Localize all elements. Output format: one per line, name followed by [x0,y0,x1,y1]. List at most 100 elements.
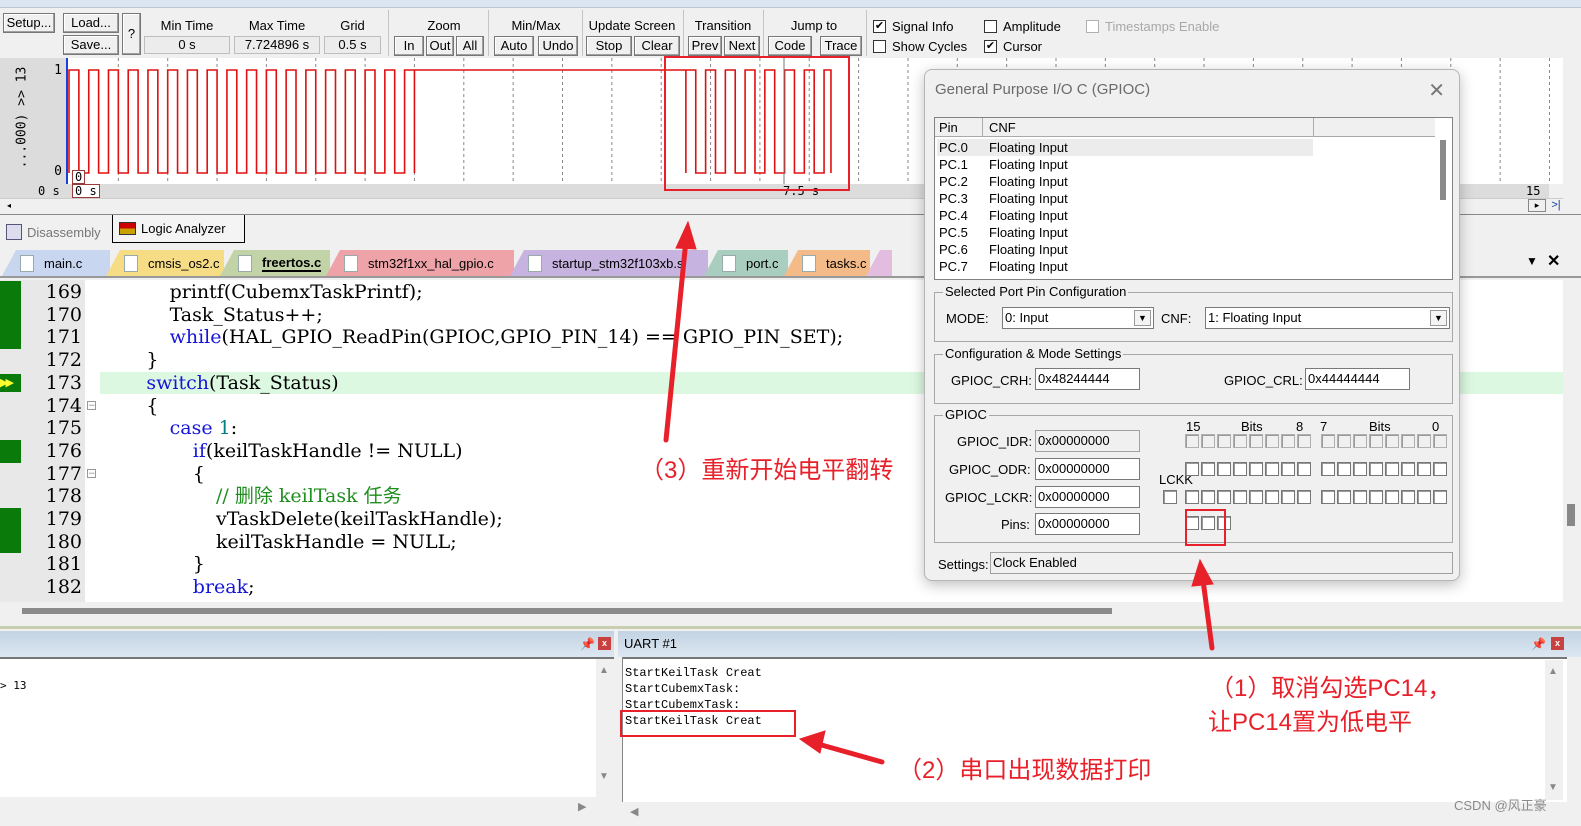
file-tab[interactable]: startup_stm32f103xb.s [510,250,708,276]
scroll-end-button[interactable]: >| [1549,199,1563,212]
jump-trace-button[interactable]: Trace [820,36,862,56]
odr-bit-7-checkbox[interactable] [1321,462,1335,476]
cursor-checkbox[interactable]: ✔ Cursor [984,39,1042,54]
lckr-input[interactable]: 0x00000000 [1035,486,1140,508]
uart-vertical-scrollbar[interactable]: ▲ ▼ [1545,660,1563,800]
pin-row[interactable]: PC.7 Floating Input [937,258,1313,275]
pin-row[interactable]: PC.3 Floating Input [937,190,1313,207]
file-tab[interactable]: stm32f1xx_hal_gpio.c [326,250,514,276]
update-clear-button[interactable]: Clear [634,36,680,56]
scroll-right-arrow-icon[interactable]: ▶ [578,800,586,813]
dialog-close-icon[interactable]: ✕ [1428,78,1445,103]
close-tab-icon[interactable]: ✕ [1547,251,1560,271]
odr-bit-5-checkbox[interactable] [1353,462,1367,476]
file-tab[interactable]: main.c [2,250,110,276]
timestamps-enable-checkbox[interactable]: Timestamps Enable [1086,19,1219,34]
odr-input[interactable]: 0x00000000 [1035,458,1140,480]
lckr-bit-11-checkbox[interactable] [1249,490,1263,504]
pin-row[interactable]: PC.1 Floating Input [937,156,1313,173]
lckr-bit-6-checkbox[interactable] [1337,490,1351,504]
crl-input[interactable]: 0x44444444 [1305,368,1410,390]
signal-name-pane[interactable]: ...000) >> 13 1 0 [0,58,68,184]
file-tab[interactable]: port.c [704,250,788,276]
scroll-left-arrow-icon[interactable]: ◀ [630,805,638,818]
editor-horizontal-scrollbar[interactable] [0,602,1563,620]
command-horizontal-scrollbar[interactable]: ▶ [0,797,614,821]
scroll-up-arrow-icon[interactable]: ▲ [1548,666,1558,677]
scroll-right-arrow-icon[interactable]: ▸ [1528,199,1546,212]
scroll-down-arrow-icon[interactable]: ▼ [1548,782,1558,793]
signal-info-checkbox[interactable]: ✔ Signal Info [873,19,953,34]
coverage-marker[interactable] [0,281,21,304]
file-tab[interactable]: cmsis_os2.c [106,250,224,276]
pane-splitter[interactable] [0,626,1581,629]
odr-bit-9-checkbox[interactable] [1281,462,1295,476]
setup-button[interactable]: Setup... [3,13,55,33]
amplitude-checkbox[interactable]: Amplitude [984,19,1061,34]
jump-code-button[interactable]: Code [768,36,812,56]
odr-bit-11-checkbox[interactable] [1249,462,1263,476]
column-header-pin[interactable]: Pin [935,118,983,137]
minmax-auto-button[interactable]: Auto [494,36,534,56]
odr-bit-2-checkbox[interactable] [1401,462,1415,476]
help-button[interactable]: ? [122,13,141,55]
odr-bit-15-checkbox[interactable] [1185,462,1199,476]
pin-row[interactable]: PC.6 Floating Input [937,241,1313,258]
pin-icon[interactable]: 📌 [1531,637,1546,651]
lckr-bit-15-checkbox[interactable] [1185,490,1199,504]
scrollbar-thumb[interactable] [22,608,1112,614]
mode-select[interactable]: 0: Input ▼ [1002,307,1154,329]
lckr-bit-5-checkbox[interactable] [1353,490,1367,504]
lckr-bit-14-checkbox[interactable] [1201,490,1215,504]
pin-row[interactable]: PC.4 Floating Input [937,207,1313,224]
odr-bit-12-checkbox[interactable] [1233,462,1247,476]
pin-row[interactable]: PC.5 Floating Input [937,224,1313,241]
odr-bit-6-checkbox[interactable] [1337,462,1351,476]
scroll-down-arrow-icon[interactable]: ▼ [599,771,609,782]
odr-bit-3-checkbox[interactable] [1385,462,1399,476]
editor-vertical-scrollbar[interactable] [1563,280,1581,620]
uart-horizontal-scrollbar[interactable]: ◀ [622,802,1567,822]
close-icon[interactable]: x [598,637,611,650]
column-header-cnf[interactable]: CNF [984,118,1314,137]
pin-list[interactable]: Pin CNF PC.0 Floating Input PC.1 Floating I… [934,117,1453,280]
command-vertical-scrollbar[interactable]: ▲ ▼ [596,659,614,799]
update-stop-button[interactable]: Stop [586,36,632,56]
crh-input[interactable]: 0x48244444 [1035,368,1140,390]
fold-collapse-icon[interactable]: − [87,400,96,410]
show-cycles-checkbox[interactable]: Show Cycles [873,39,967,54]
zoom-all-button[interactable]: All [456,36,484,56]
odr-bit-8-checkbox[interactable] [1297,462,1311,476]
save-button[interactable]: Save... [63,35,119,55]
lckr-bit-1-checkbox[interactable] [1417,490,1431,504]
lckr-bit-3-checkbox[interactable] [1385,490,1399,504]
lckr-bit-4-checkbox[interactable] [1369,490,1383,504]
zoom-in-button[interactable]: In [394,36,424,56]
cnf-select[interactable]: 1: Floating Input ▼ [1205,307,1450,329]
lckr-bit-7-checkbox[interactable] [1321,490,1335,504]
pin-row[interactable]: PC.0 Floating Input [937,139,1313,156]
pin-icon[interactable]: 📌 [580,637,595,651]
tab-list-dropdown-icon[interactable]: ▼ [1526,254,1538,268]
coverage-marker[interactable] [0,508,21,531]
scroll-left-arrow-icon[interactable]: ◂ [2,200,16,211]
coverage-marker[interactable] [0,439,21,463]
load-button[interactable]: Load... [63,13,119,33]
tab-disassembly[interactable]: Disassembly [0,219,107,245]
close-icon[interactable]: x [1551,637,1564,650]
pins-input[interactable]: 0x00000000 [1035,513,1140,535]
lckr-bit-13-checkbox[interactable] [1217,490,1231,504]
coverage-marker[interactable] [0,303,21,327]
lckr-bit-12-checkbox[interactable] [1233,490,1247,504]
odr-bit-13-checkbox[interactable] [1217,462,1231,476]
transition-next-button[interactable]: Next [724,36,760,56]
file-tab[interactable]: tasks.c [784,250,870,276]
lckr-bit-0-checkbox[interactable] [1433,490,1447,504]
lckr-bit-2-checkbox[interactable] [1401,490,1415,504]
lckr-bit-10-checkbox[interactable] [1265,490,1279,504]
odr-bit-1-checkbox[interactable] [1417,462,1431,476]
coverage-marker[interactable] [0,530,21,554]
scroll-up-arrow-icon[interactable]: ▲ [599,665,609,676]
pin-list-scrollbar-thumb[interactable] [1440,140,1446,200]
minmax-undo-button[interactable]: Undo [538,36,578,56]
